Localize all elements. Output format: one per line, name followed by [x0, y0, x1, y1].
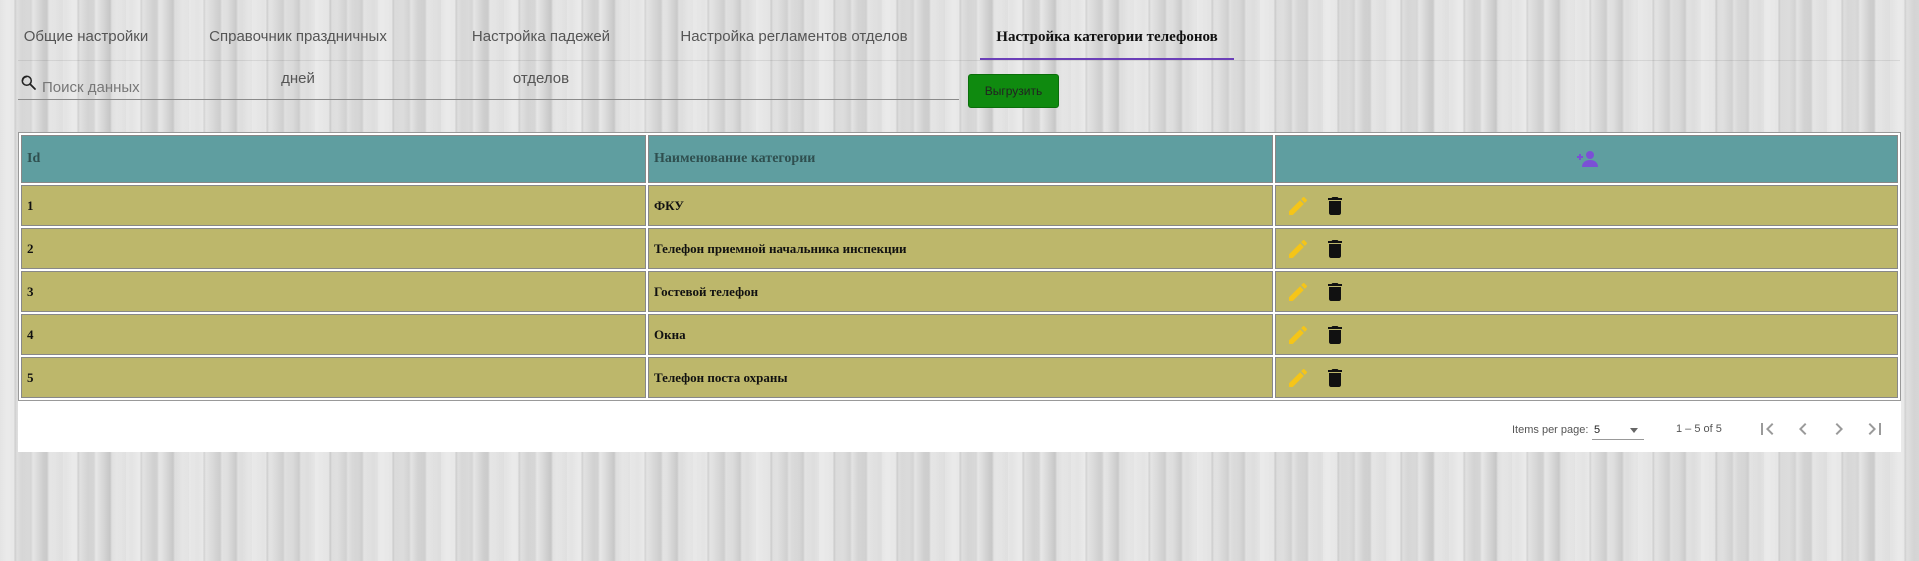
cell-name: Окна: [648, 314, 1273, 355]
table-header-row: Id Наименование категории: [21, 135, 1898, 183]
cell-actions: [1275, 228, 1898, 269]
search-icon[interactable]: [20, 74, 38, 92]
cell-name: Телефон приемной начальника инспекции: [648, 228, 1273, 269]
page-range-label: 1 – 5 of 5: [1676, 423, 1722, 435]
cell-actions: [1275, 357, 1898, 398]
edit-icon[interactable]: [1286, 366, 1310, 390]
delete-icon[interactable]: [1323, 366, 1347, 390]
edit-icon[interactable]: [1286, 237, 1310, 261]
table-row: 5 Телефон поста охраны: [21, 357, 1898, 398]
cell-actions: [1275, 314, 1898, 355]
edit-icon[interactable]: [1286, 280, 1310, 304]
header-actions: [1275, 135, 1898, 183]
delete-icon[interactable]: [1323, 323, 1347, 347]
page-size-select[interactable]: 5: [1592, 419, 1644, 440]
cell-actions: [1275, 185, 1898, 226]
search-field: [18, 72, 959, 100]
tab-department-cases[interactable]: Настройка падежей отделов: [442, 16, 640, 87]
cell-name: Телефон поста охраны: [648, 357, 1273, 398]
cell-name: ФКУ: [648, 185, 1273, 226]
cell-id: 5: [21, 357, 646, 398]
cell-id: 2: [21, 228, 646, 269]
next-page-icon[interactable]: [1827, 417, 1851, 441]
edit-icon[interactable]: [1286, 194, 1310, 218]
page-size-value: 5: [1594, 424, 1601, 436]
categories-table: Id Наименование категории 1 ФКУ 2 Телефо…: [18, 132, 1901, 401]
header-id[interactable]: Id: [21, 135, 646, 183]
header-category-name[interactable]: Наименование категории: [648, 135, 1273, 183]
person-add-icon[interactable]: [1575, 147, 1599, 171]
cell-id: 4: [21, 314, 646, 355]
dropdown-arrow-icon: [1630, 428, 1638, 433]
table-row: 3 Гостевой телефон: [21, 271, 1898, 312]
tab-general-settings[interactable]: Общие настройки: [18, 16, 154, 59]
first-page-icon[interactable]: [1755, 417, 1779, 441]
table-row: 1 ФКУ: [21, 185, 1898, 226]
tab-phone-categories[interactable]: Настройка категории телефонов: [980, 16, 1234, 60]
cell-id: 1: [21, 185, 646, 226]
categories-table-card: Id Наименование категории 1 ФКУ 2 Телефо…: [18, 132, 1901, 452]
tab-holidays[interactable]: Справочник праздничных дней: [194, 16, 402, 87]
edit-icon[interactable]: [1286, 323, 1310, 347]
items-per-page-label: Items per page:: [1512, 424, 1589, 436]
cell-name: Гостевой телефон: [648, 271, 1273, 312]
cell-id: 3: [21, 271, 646, 312]
delete-icon[interactable]: [1323, 194, 1347, 218]
table-row: 2 Телефон приемной начальника инспекции: [21, 228, 1898, 269]
paginator: Items per page: 5 1 – 5 of 5: [18, 402, 1901, 452]
table-row: 4 Окна: [21, 314, 1898, 355]
search-input[interactable]: [40, 76, 944, 98]
delete-icon[interactable]: [1323, 237, 1347, 261]
tab-bar: Общие настройки Справочник праздничных д…: [18, 16, 1900, 87]
previous-page-icon[interactable]: [1791, 417, 1815, 441]
export-button[interactable]: Выгрузить: [968, 74, 1059, 108]
tab-department-regulations[interactable]: Настройка регламентов отделов: [680, 16, 908, 59]
cell-actions: [1275, 271, 1898, 312]
delete-icon[interactable]: [1323, 280, 1347, 304]
last-page-icon[interactable]: [1863, 417, 1887, 441]
